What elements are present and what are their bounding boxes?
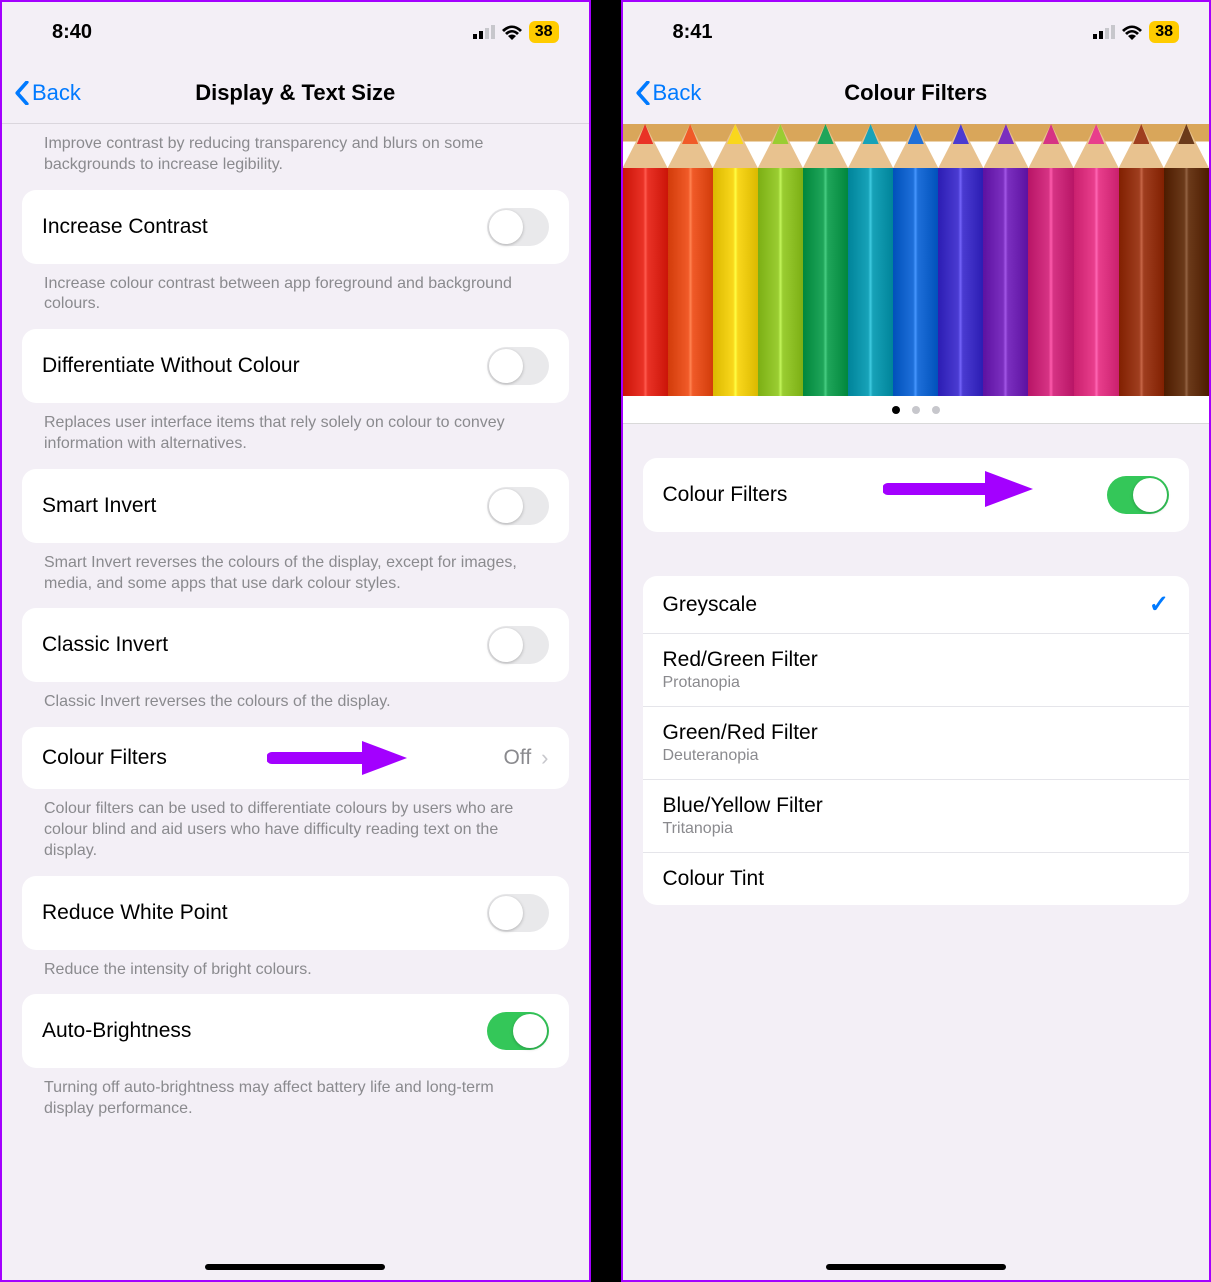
- status-bar: 8:40 38: [2, 2, 589, 62]
- colour-filters-label: Colour Filters: [42, 746, 167, 770]
- increase-contrast-footer: Increase colour contrast between app for…: [2, 264, 589, 330]
- pencil-7: [938, 124, 983, 396]
- battery-badge: 38: [1149, 21, 1179, 43]
- diff-without-colour-footer: Replaces user interface items that rely …: [2, 403, 589, 469]
- smart-invert-footer: Smart Invert reverses the colours of the…: [2, 543, 589, 609]
- reduce-white-point-footer: Reduce the intensity of bright colours.: [2, 950, 589, 995]
- pencil-2: [713, 124, 758, 396]
- option-blueyellow[interactable]: Blue/Yellow Filter Tritanopia: [643, 780, 1190, 853]
- back-label: Back: [653, 80, 702, 106]
- status-bar: 8:41 38: [623, 2, 1210, 62]
- auto-brightness-footer: Turning off auto-brightness may affect b…: [2, 1068, 589, 1134]
- classic-invert-footer: Classic Invert reverses the colours of t…: [2, 682, 589, 727]
- classic-invert-row[interactable]: Classic Invert: [22, 608, 569, 682]
- left-screenshot: 8:40 38 Back Display & Text Size Improve…: [0, 0, 591, 1282]
- option-greyscale-label: Greyscale: [663, 593, 758, 616]
- time: 8:40: [52, 21, 92, 44]
- increase-contrast-toggle[interactable]: [487, 208, 549, 246]
- colour-filters-footer: Colour filters can be used to differenti…: [2, 789, 589, 875]
- back-label: Back: [32, 80, 81, 106]
- auto-brightness-row[interactable]: Auto-Brightness: [22, 994, 569, 1068]
- pencil-12: [1164, 124, 1209, 396]
- smart-invert-toggle[interactable]: [487, 487, 549, 525]
- reduce-transparency-footer: Improve contrast by reducing transparenc…: [2, 124, 589, 190]
- auto-brightness-toggle[interactable]: [487, 1012, 549, 1050]
- page-dot-1[interactable]: [892, 406, 900, 414]
- colour-filters-value: Off: [504, 746, 532, 770]
- option-greenred[interactable]: Green/Red Filter Deuteranopia: [643, 707, 1190, 780]
- pencil-5: [848, 124, 893, 396]
- pencil-0: [623, 124, 668, 396]
- filter-options-list: Greyscale ✓ Red/Green Filter Protanopia …: [643, 576, 1190, 905]
- page-title: Colour Filters: [623, 80, 1210, 106]
- smart-invert-row[interactable]: Smart Invert: [22, 469, 569, 543]
- page-title: Display & Text Size: [2, 80, 589, 106]
- pencil-10: [1074, 124, 1119, 396]
- colour-filters-toggle[interactable]: [1107, 476, 1169, 514]
- diff-without-colour-label: Differentiate Without Colour: [42, 354, 300, 378]
- pencil-3: [758, 124, 803, 396]
- wifi-icon: [501, 24, 523, 40]
- pencils-preview[interactable]: [623, 124, 1210, 396]
- nav-bar: Back Display & Text Size: [2, 62, 589, 124]
- checkmark-icon: ✓: [1149, 590, 1169, 619]
- chevron-left-icon: [635, 81, 651, 105]
- colour-filters-toggle-label: Colour Filters: [663, 483, 788, 507]
- option-redgreen-sub: Protanopia: [663, 674, 818, 692]
- differentiate-without-colour-row[interactable]: Differentiate Without Colour: [22, 329, 569, 403]
- page-dot-2[interactable]: [912, 406, 920, 414]
- auto-brightness-label: Auto-Brightness: [42, 1019, 191, 1043]
- colour-filters-toggle-row[interactable]: Colour Filters: [643, 458, 1190, 532]
- home-indicator[interactable]: [205, 1264, 385, 1270]
- increase-contrast-label: Increase Contrast: [42, 215, 208, 239]
- increase-contrast-row[interactable]: Increase Contrast: [22, 190, 569, 264]
- pencil-11: [1119, 124, 1164, 396]
- reduce-white-point-label: Reduce White Point: [42, 901, 228, 925]
- option-blueyellow-sub: Tritanopia: [663, 820, 823, 838]
- cellular-icon: [473, 25, 495, 39]
- option-redgreen-label: Red/Green Filter: [663, 648, 818, 671]
- settings-scroll[interactable]: Improve contrast by reducing transparenc…: [2, 124, 589, 1280]
- pencil-8: [983, 124, 1028, 396]
- wifi-icon: [1121, 24, 1143, 40]
- time: 8:41: [673, 21, 713, 44]
- option-redgreen[interactable]: Red/Green Filter Protanopia: [643, 634, 1190, 707]
- pencil-1: [668, 124, 713, 396]
- option-blueyellow-label: Blue/Yellow Filter: [663, 794, 823, 817]
- smart-invert-label: Smart Invert: [42, 494, 156, 518]
- option-tint[interactable]: Colour Tint: [643, 853, 1190, 905]
- classic-invert-label: Classic Invert: [42, 633, 168, 657]
- colour-filters-row[interactable]: Colour Filters Off ›: [22, 727, 569, 789]
- right-screenshot: 8:41 38 Back Colour Filters Colour Filte…: [621, 0, 1211, 1282]
- diff-without-colour-toggle[interactable]: [487, 347, 549, 385]
- reduce-white-point-row[interactable]: Reduce White Point: [22, 876, 569, 950]
- pencil-4: [803, 124, 848, 396]
- battery-badge: 38: [529, 21, 559, 43]
- option-greyscale[interactable]: Greyscale ✓: [643, 576, 1190, 634]
- page-dot-3[interactable]: [932, 406, 940, 414]
- pencil-9: [1028, 124, 1073, 396]
- classic-invert-toggle[interactable]: [487, 626, 549, 664]
- home-indicator[interactable]: [826, 1264, 1006, 1270]
- option-greenred-label: Green/Red Filter: [663, 721, 818, 744]
- nav-bar: Back Colour Filters: [623, 62, 1210, 124]
- back-button[interactable]: Back: [2, 80, 81, 106]
- chevron-left-icon: [14, 81, 30, 105]
- chevron-right-icon: ›: [541, 745, 548, 771]
- cellular-icon: [1093, 25, 1115, 39]
- reduce-white-point-toggle[interactable]: [487, 894, 549, 932]
- back-button[interactable]: Back: [623, 80, 702, 106]
- screenshot-divider: [591, 0, 621, 1282]
- option-tint-label: Colour Tint: [663, 867, 765, 890]
- page-dots[interactable]: [623, 396, 1210, 424]
- pencil-6: [893, 124, 938, 396]
- option-greenred-sub: Deuteranopia: [663, 747, 818, 765]
